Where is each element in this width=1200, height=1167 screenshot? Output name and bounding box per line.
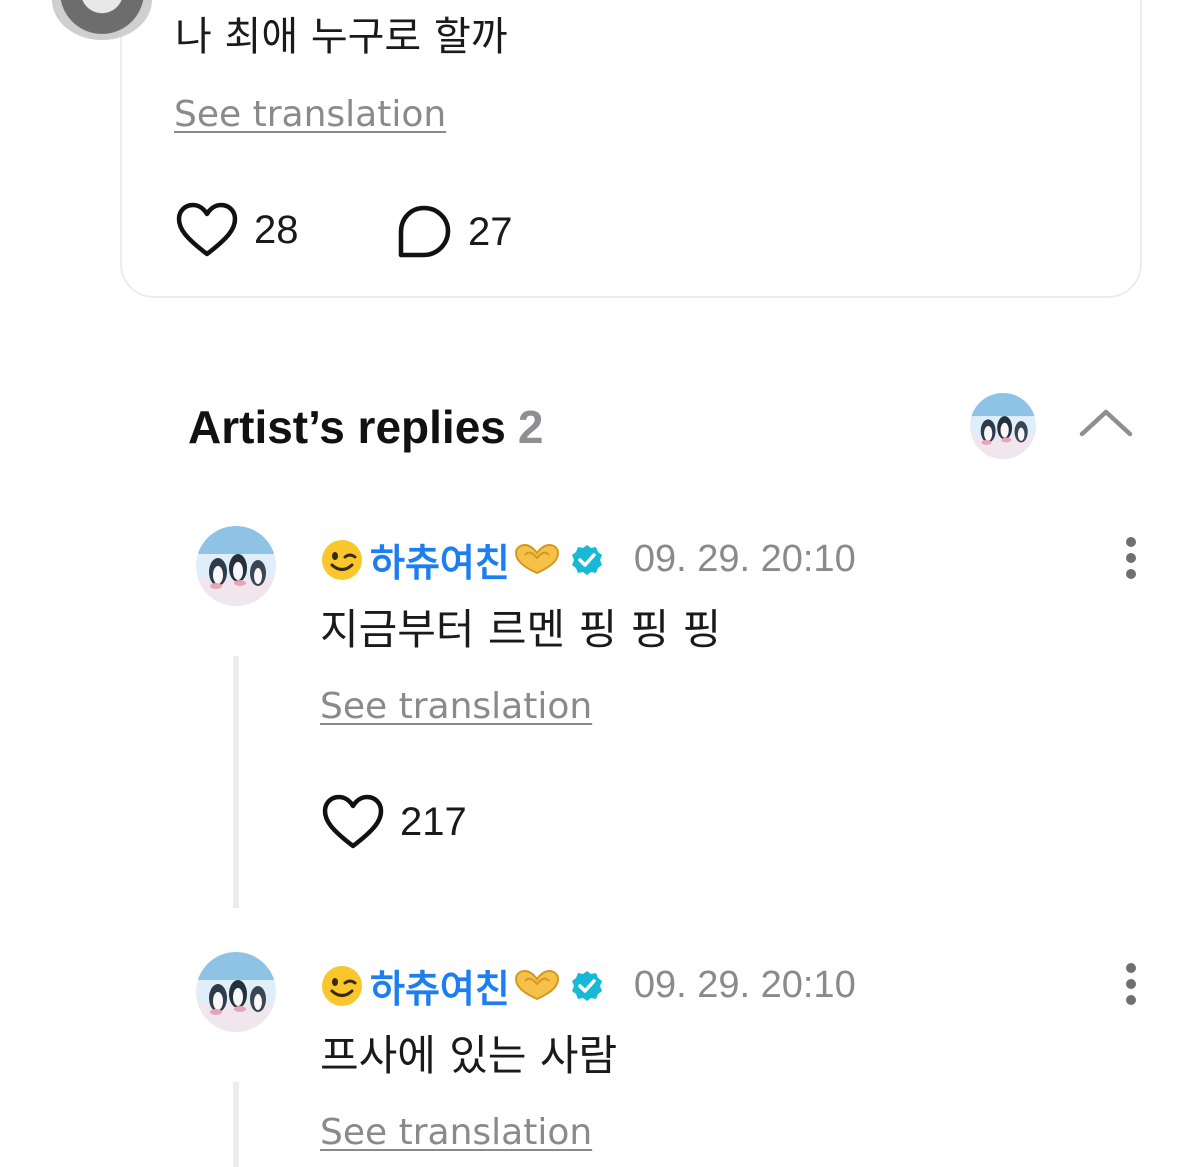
reply-text: 지금부터 르멘 핑 핑 핑 (320, 605, 722, 654)
winking-face-icon (322, 965, 362, 1006)
reply-author-name[interactable]: 하츄여친 (370, 958, 510, 1013)
reply-header: 하츄여친 09. 29. 20:10 (320, 532, 856, 587)
post-comment-button[interactable]: 27 (396, 204, 513, 260)
heart-icon (322, 794, 384, 849)
avatar-image (970, 393, 1036, 459)
collapse-replies-button[interactable] (1076, 402, 1136, 442)
reply-author-name[interactable]: 하츄여친 (370, 532, 510, 587)
post-text: 나 최애 누구로 할까 (175, 14, 508, 60)
artist-replies-title: Artist’s replies (188, 401, 506, 453)
verified-badge-icon (571, 544, 602, 575)
artist-replies-header: Artist’s replies 2 (188, 400, 543, 454)
avatar-image (196, 526, 276, 606)
reply-author-avatar[interactable] (196, 526, 276, 606)
heart-icon (176, 202, 238, 257)
post-like-count: 28 (254, 207, 299, 252)
more-vertical-icon (1126, 963, 1136, 1005)
reply-timestamp: 09. 29. 20:10 (633, 964, 856, 1006)
artist-avatar[interactable] (970, 393, 1036, 459)
reply-see-translation-link[interactable]: See translation (320, 1112, 592, 1153)
post-like-button[interactable]: 28 (176, 202, 299, 258)
comment-bubble-icon (398, 205, 451, 258)
reply-header: 하츄여친 09. 29. 20:10 (320, 958, 856, 1013)
artist-reply: 하츄여친 09. 29. 20:10 프사에 있는 사람 See transla… (0, 952, 1200, 1167)
winking-face-icon (322, 539, 362, 580)
thread-line (233, 656, 239, 908)
heart-hands-icon (514, 969, 559, 1000)
community-post-view: 나 최애 누구로 할까 See translation 28 27 Artist… (0, 0, 1200, 1167)
reply-text: 프사에 있는 사람 (320, 1031, 618, 1080)
post-comment-count: 27 (468, 209, 513, 254)
post-see-translation-link[interactable]: See translation (174, 94, 446, 135)
reply-timestamp: 09. 29. 20:10 (633, 538, 856, 580)
more-options-button[interactable] (1116, 960, 1146, 1020)
thread-line (233, 1082, 239, 1167)
artist-replies-count: 2 (517, 401, 544, 453)
reply-see-translation-link[interactable]: See translation (320, 686, 592, 727)
reply-author-avatar[interactable] (196, 952, 276, 1032)
chevron-up-icon (1079, 409, 1133, 437)
more-options-button[interactable] (1116, 534, 1146, 594)
verified-badge-icon (571, 970, 602, 1001)
heart-hands-icon (514, 543, 559, 574)
artist-reply: 하츄여친 09. 29. 20:10 지금부터 르멘 핑 핑 핑 See tra… (0, 526, 1200, 926)
reply-like-button[interactable]: 217 (322, 794, 467, 850)
more-vertical-icon (1126, 537, 1136, 579)
reply-like-count: 217 (400, 799, 467, 844)
avatar-image (196, 952, 276, 1032)
